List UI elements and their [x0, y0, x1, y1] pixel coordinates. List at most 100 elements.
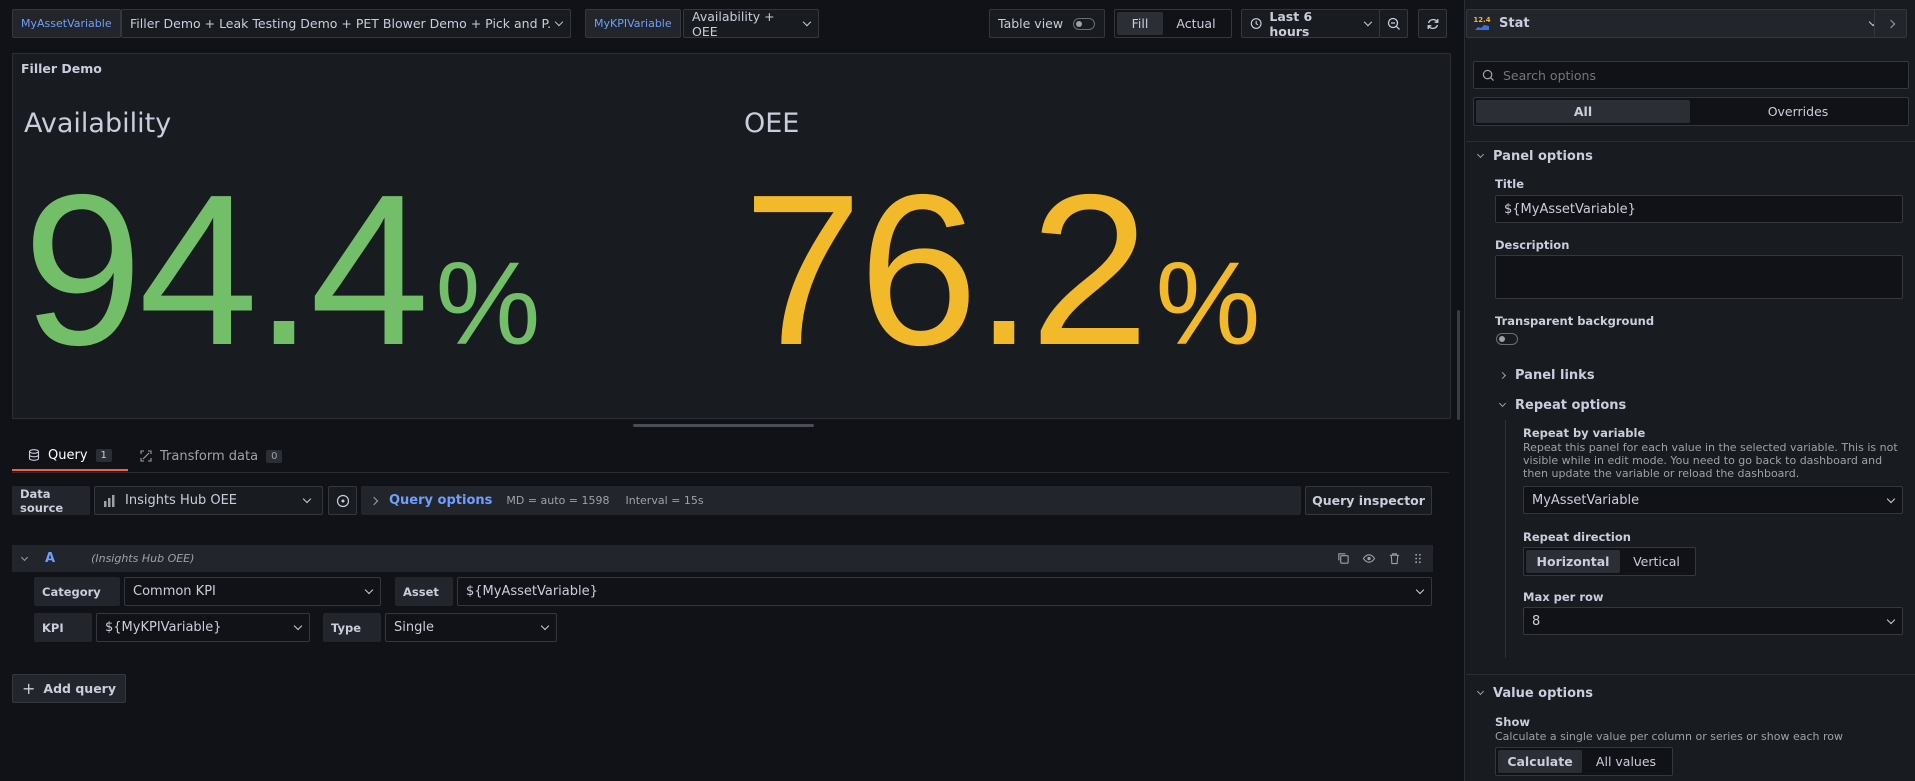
- chevron-down-icon: [540, 621, 550, 631]
- tab-all[interactable]: All: [1476, 100, 1690, 123]
- divider: [1466, 674, 1915, 675]
- query-options-bar[interactable]: Query options MD = auto = 1598 Interval …: [361, 486, 1301, 515]
- panel-options-header[interactable]: Panel options: [1476, 147, 1593, 165]
- title-field-label: Title: [1495, 177, 1525, 191]
- tab-query-count: 1: [95, 448, 112, 462]
- stat-label-availability: Availability: [24, 108, 172, 139]
- max-per-row-select[interactable]: 8: [1523, 607, 1903, 635]
- query-datasource-name: (Insights Hub OEE): [91, 552, 195, 565]
- chevron-down-icon: [1886, 494, 1896, 503]
- table-view-label: Table view: [998, 16, 1064, 31]
- kpi-label: KPI: [34, 613, 92, 642]
- datasource-help-button[interactable]: [328, 486, 357, 515]
- refresh-button[interactable]: [1418, 9, 1447, 38]
- visualization-label: Stat: [1499, 16, 1530, 31]
- time-range-picker[interactable]: Last 6 hours: [1241, 8, 1380, 39]
- visualization-picker[interactable]: 12.4 Stat: [1466, 9, 1889, 38]
- chevron-down-icon: [1415, 585, 1425, 595]
- repeat-direction-toggle[interactable]: Horizontal Vertical: [1523, 547, 1696, 576]
- max-per-row-value: 8: [1532, 613, 1541, 629]
- stat-number: 76.2: [743, 149, 1149, 390]
- direction-vertical[interactable]: Vertical: [1620, 550, 1693, 573]
- panel-links-title: Panel links: [1515, 367, 1595, 383]
- tab-overrides[interactable]: Overrides: [1690, 100, 1906, 123]
- show-description: Calculate a single value per column or s…: [1495, 730, 1843, 743]
- time-range-value: Last 6 hours: [1269, 8, 1313, 39]
- query-row-header[interactable]: A (Insights Hub OEE): [12, 545, 1433, 572]
- tab-transform-data[interactable]: Transform data 0: [140, 441, 283, 471]
- category-label: Category: [34, 577, 120, 606]
- description-textarea[interactable]: [1495, 255, 1903, 299]
- repeat-options-header[interactable]: Repeat options: [1498, 396, 1626, 414]
- kpi-variable-select[interactable]: Availability + OEE: [683, 8, 819, 39]
- collapse-options-button[interactable]: [1874, 9, 1907, 38]
- transform-icon: [140, 450, 152, 462]
- table-view-toggle[interactable]: Table view: [989, 9, 1105, 38]
- toggle-switch[interactable]: [1073, 17, 1096, 30]
- refresh-icon: [1427, 18, 1438, 29]
- vertical-splitter[interactable]: [1457, 310, 1460, 420]
- add-query-button[interactable]: + Add query: [12, 674, 126, 703]
- direction-horizontal[interactable]: Horizontal: [1526, 550, 1620, 573]
- query-ref-id[interactable]: A: [45, 551, 55, 566]
- category-select[interactable]: Common KPI: [124, 577, 381, 606]
- trash-icon[interactable]: [1388, 552, 1401, 565]
- horizontal-splitter[interactable]: [633, 424, 814, 427]
- transparent-background-toggle[interactable]: [1496, 333, 1518, 345]
- tab-query[interactable]: Query 1: [12, 441, 128, 471]
- actual-option[interactable]: Actual: [1163, 12, 1229, 35]
- panel-options-title: Panel options: [1493, 148, 1593, 164]
- type-label: Type: [323, 613, 381, 642]
- stat-panel[interactable]: Filler Demo Availability 94.4 % OEE 76.2…: [12, 53, 1451, 419]
- datasource-picker[interactable]: Insights Hub OEE: [94, 486, 323, 515]
- datasource-logo-icon: [104, 494, 115, 507]
- tab-transform-count: 0: [266, 449, 283, 463]
- chevron-down-icon: [1476, 687, 1485, 696]
- collapse-chevron-icon[interactable]: [20, 553, 29, 561]
- value-options-title: Value options: [1493, 685, 1594, 701]
- chevron-down-icon: [1476, 150, 1485, 159]
- search-options-field[interactable]: [1473, 61, 1909, 89]
- eye-icon[interactable]: [1362, 552, 1376, 565]
- fill-actual-toggle[interactable]: Fill Actual: [1114, 9, 1232, 38]
- fill-option[interactable]: Fill: [1117, 12, 1163, 35]
- repeat-by-select[interactable]: MyAssetVariable: [1523, 486, 1903, 514]
- kpi-variable-value: Availability + OEE: [692, 8, 775, 39]
- stat-value-oee: 76.2 %: [743, 162, 1260, 377]
- asset-variable-select[interactable]: Filler Demo + Leak Testing Demo + PET Bl…: [121, 9, 571, 38]
- add-query-label: Add query: [43, 681, 116, 696]
- query-options-label[interactable]: Query options: [389, 493, 492, 508]
- drag-handle-icon[interactable]: [1413, 552, 1423, 565]
- repeat-by-description: Repeat this panel for each value in the …: [1523, 441, 1898, 480]
- chevron-down-icon: [802, 17, 812, 27]
- database-icon: [28, 449, 40, 461]
- query-inspector-button[interactable]: Query inspector: [1305, 486, 1432, 515]
- value-options-header[interactable]: Value options: [1476, 684, 1594, 702]
- stat-unit: %: [1155, 238, 1261, 370]
- plus-icon: +: [22, 679, 36, 698]
- divider: [1466, 141, 1915, 142]
- options-tab-toggle[interactable]: All Overrides: [1473, 97, 1909, 126]
- kpi-variable-label: MyKPIVariable: [585, 9, 681, 38]
- search-options-input[interactable]: [1503, 67, 1900, 83]
- repeat-by-value: MyAssetVariable: [1532, 492, 1640, 508]
- kpi-select[interactable]: ${MyKPIVariable}: [96, 613, 310, 642]
- show-calculate[interactable]: Calculate: [1498, 750, 1582, 773]
- category-value: Common KPI: [133, 584, 216, 599]
- datasource-label: Data source: [12, 486, 90, 515]
- show-toggle[interactable]: Calculate All values: [1495, 747, 1673, 776]
- zoom-out-button[interactable]: [1379, 9, 1408, 38]
- zoom-out-icon: [1387, 17, 1400, 30]
- repeat-direction-label: Repeat direction: [1523, 530, 1631, 544]
- asset-select[interactable]: ${MyAssetVariable}: [457, 577, 1432, 606]
- chevron-down-icon: [1498, 399, 1507, 408]
- show-label: Show: [1495, 715, 1530, 729]
- type-select[interactable]: Single: [385, 613, 557, 642]
- description-label: Description: [1495, 238, 1570, 252]
- title-field[interactable]: ${MyAssetVariable}: [1495, 195, 1903, 223]
- stat-icon-sparkline: [1475, 25, 1489, 30]
- duplicate-icon[interactable]: [1337, 552, 1350, 565]
- repeat-options-guide: [1505, 420, 1506, 658]
- show-all-values[interactable]: All values: [1582, 750, 1670, 773]
- panel-links-header[interactable]: Panel links: [1498, 366, 1595, 384]
